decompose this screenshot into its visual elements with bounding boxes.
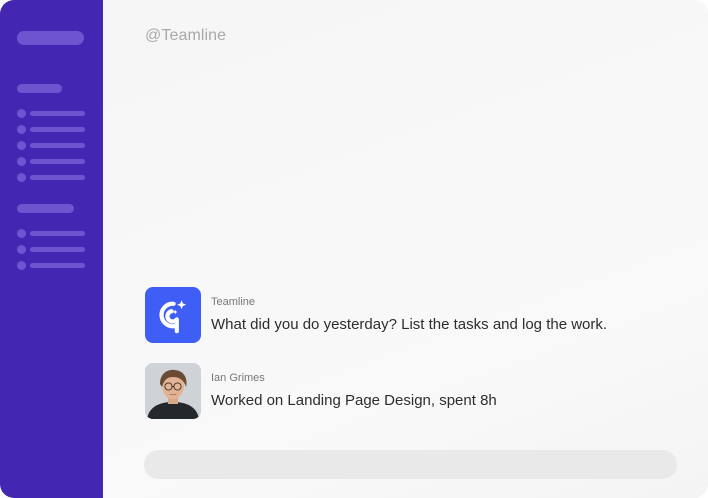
sidebar-item-dot-icon (17, 173, 26, 182)
chat-message: Ian Grimes Worked on Landing Page Design… (145, 363, 685, 419)
sidebar-item-label-placeholder (30, 111, 85, 116)
sidebar-item-dot-icon (17, 109, 26, 118)
sidebar-section-header-placeholder (17, 84, 62, 93)
user-avatar[interactable] (145, 363, 201, 419)
message-text: What did you do yesterday? List the task… (211, 316, 608, 333)
sidebar-item-label-placeholder (30, 247, 85, 252)
sidebar (0, 0, 103, 498)
sidebar-item-dot-icon (17, 245, 26, 254)
teamline-logo-icon (145, 287, 201, 343)
sidebar-item-dot-icon (17, 141, 26, 150)
app-window: @Teamline Teamline What did you do yeste… (0, 0, 708, 498)
sidebar-item-dot-icon (17, 125, 26, 134)
message-text: Worked on Landing Page Design, spent 8h (211, 392, 497, 409)
sidebar-section-header-placeholder (17, 204, 74, 213)
message-sender: Teamline (211, 296, 256, 308)
sidebar-item-label-placeholder (30, 231, 85, 236)
sidebar-item-dot-icon (17, 157, 26, 166)
sidebar-item-label-placeholder (30, 127, 85, 132)
chat-message: Teamline What did you do yesterday? List… (145, 287, 685, 343)
channel-handle: @Teamline (145, 27, 227, 44)
sidebar-item-label-placeholder (30, 175, 85, 180)
sidebar-item-label-placeholder (30, 143, 85, 148)
sidebar-workspace-placeholder[interactable] (17, 31, 84, 45)
sidebar-item-dot-icon (17, 229, 26, 238)
sidebar-item-label-placeholder (30, 263, 85, 268)
sidebar-item-dot-icon (17, 261, 26, 270)
chat-panel: @Teamline Teamline What did you do yeste… (103, 0, 708, 498)
message-sender: Ian Grimes (211, 372, 265, 384)
sidebar-item-label-placeholder (30, 159, 85, 164)
message-input[interactable] (144, 450, 677, 479)
